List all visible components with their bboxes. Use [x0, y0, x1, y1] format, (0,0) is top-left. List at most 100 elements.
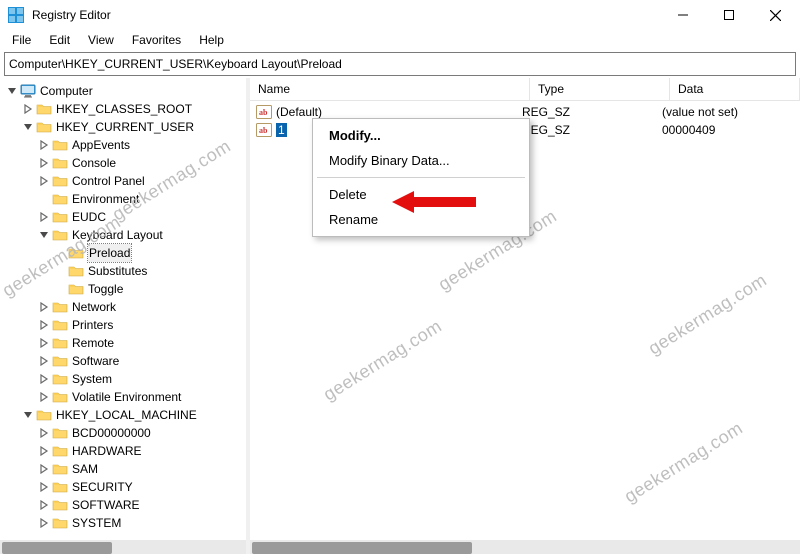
ctx-rename[interactable]: Rename [315, 207, 527, 232]
registry-editor-window: Registry Editor File Edit View Favorites… [0, 0, 800, 554]
chevron-right-icon[interactable] [38, 337, 50, 349]
col-data[interactable]: Data [670, 78, 800, 100]
folder-icon [52, 479, 68, 495]
chevron-right-icon[interactable] [38, 481, 50, 493]
tree-item[interactable]: EUDC [6, 208, 246, 226]
chevron-right-icon[interactable] [22, 103, 34, 115]
tree-item[interactable]: Environment [6, 190, 246, 208]
tree-item-label: HKEY_LOCAL_MACHINE [56, 406, 197, 424]
tree-item[interactable]: Computer [6, 82, 246, 100]
tree-item[interactable]: Toggle [6, 280, 246, 298]
tree-item-label: System [72, 370, 112, 388]
chevron-right-icon[interactable] [38, 211, 50, 223]
chevron-right-icon[interactable] [38, 445, 50, 457]
chevron-right-icon[interactable] [38, 373, 50, 385]
folder-icon [36, 119, 52, 135]
menu-favorites[interactable]: Favorites [124, 31, 189, 49]
chevron-down-icon[interactable] [22, 121, 34, 133]
tree-item-label: HKEY_CLASSES_ROOT [56, 100, 192, 118]
tree-item[interactable]: Software [6, 352, 246, 370]
folder-icon [36, 407, 52, 423]
folder-icon [52, 155, 68, 171]
chevron-down-icon[interactable] [38, 229, 50, 241]
folder-icon [52, 335, 68, 351]
maximize-button[interactable] [706, 0, 752, 30]
scrollbar-thumb[interactable] [2, 542, 112, 554]
scrollbar-thumb[interactable] [252, 542, 472, 554]
tree-item[interactable]: HKEY_CLASSES_ROOT [6, 100, 246, 118]
tree-item-label: Control Panel [72, 172, 145, 190]
ctx-modify-binary[interactable]: Modify Binary Data... [315, 148, 527, 173]
menubar: File Edit View Favorites Help [0, 30, 800, 50]
col-name[interactable]: Name [250, 78, 530, 100]
tree-item-label: Software [72, 352, 119, 370]
chevron-right-icon[interactable] [38, 319, 50, 331]
window-title: Registry Editor [32, 8, 111, 22]
tree-item-label: SECURITY [72, 478, 133, 496]
tree-item[interactable]: SAM [6, 460, 246, 478]
chevron-right-icon[interactable] [38, 517, 50, 529]
menu-file[interactable]: File [4, 31, 39, 49]
chevron-right-icon[interactable] [38, 157, 50, 169]
tree-item[interactable]: Preload [6, 244, 246, 262]
list-horizontal-scrollbar[interactable] [250, 540, 800, 554]
chevron-right-icon[interactable] [38, 463, 50, 475]
tree-item[interactable]: Volatile Environment [6, 388, 246, 406]
tree-item[interactable]: SECURITY [6, 478, 246, 496]
tree-horizontal-scrollbar[interactable] [0, 540, 246, 554]
tree-item[interactable]: SOFTWARE [6, 496, 246, 514]
svg-text:ab: ab [259, 126, 268, 135]
tree-item[interactable]: AppEvents [6, 136, 246, 154]
registry-tree[interactable]: ComputerHKEY_CLASSES_ROOTHKEY_CURRENT_US… [0, 78, 246, 532]
tree-item-label: SAM [72, 460, 98, 478]
chevron-right-icon[interactable] [38, 355, 50, 367]
ctx-modify[interactable]: Modify... [315, 123, 527, 148]
tree-item-label: SYSTEM [72, 514, 121, 532]
tree-item[interactable]: HARDWARE [6, 442, 246, 460]
tree-item-label: Remote [72, 334, 114, 352]
folder-icon [52, 209, 68, 225]
tree-item[interactable]: Console [6, 154, 246, 172]
folder-icon [36, 101, 52, 117]
tree-item[interactable]: SYSTEM [6, 514, 246, 532]
tree-item[interactable]: Keyboard Layout [6, 226, 246, 244]
tree-item[interactable]: Printers [6, 316, 246, 334]
tree-item-label: Keyboard Layout [72, 226, 163, 244]
folder-icon [52, 137, 68, 153]
svg-text:ab: ab [259, 108, 268, 117]
address-bar[interactable]: Computer\HKEY_CURRENT_USER\Keyboard Layo… [4, 52, 796, 76]
chevron-down-icon[interactable] [6, 85, 18, 97]
value-data: 00000409 [662, 123, 794, 137]
chevron-right-icon[interactable] [38, 427, 50, 439]
tree-item[interactable]: Substitutes [6, 262, 246, 280]
tree-item[interactable]: Network [6, 298, 246, 316]
tree-item[interactable]: Remote [6, 334, 246, 352]
tree-item[interactable]: Control Panel [6, 172, 246, 190]
list-header: Name Type Data [250, 78, 800, 101]
value-type: REG_SZ [522, 105, 662, 119]
chevron-right-icon[interactable] [38, 499, 50, 511]
tree-item[interactable]: BCD00000000 [6, 424, 246, 442]
close-button[interactable] [752, 0, 798, 30]
menu-edit[interactable]: Edit [41, 31, 78, 49]
folder-icon [52, 173, 68, 189]
tree-item[interactable]: System [6, 370, 246, 388]
tree-item[interactable]: HKEY_LOCAL_MACHINE [6, 406, 246, 424]
chevron-right-icon[interactable] [38, 139, 50, 151]
ctx-delete[interactable]: Delete [315, 182, 527, 207]
chevron-down-icon[interactable] [22, 409, 34, 421]
menu-view[interactable]: View [80, 31, 122, 49]
col-type[interactable]: Type [530, 78, 670, 100]
string-value-icon: ab [256, 122, 272, 138]
ctx-separator [317, 177, 525, 178]
minimize-button[interactable] [660, 0, 706, 30]
tree-item-label: Substitutes [88, 262, 147, 280]
folder-icon [52, 497, 68, 513]
chevron-right-icon[interactable] [38, 391, 50, 403]
chevron-right-icon[interactable] [38, 301, 50, 313]
tree-item[interactable]: HKEY_CURRENT_USER [6, 118, 246, 136]
chevron-right-icon[interactable] [38, 175, 50, 187]
tree-item-label: SOFTWARE [72, 496, 140, 514]
menu-help[interactable]: Help [191, 31, 232, 49]
string-value-icon: ab [256, 104, 272, 120]
